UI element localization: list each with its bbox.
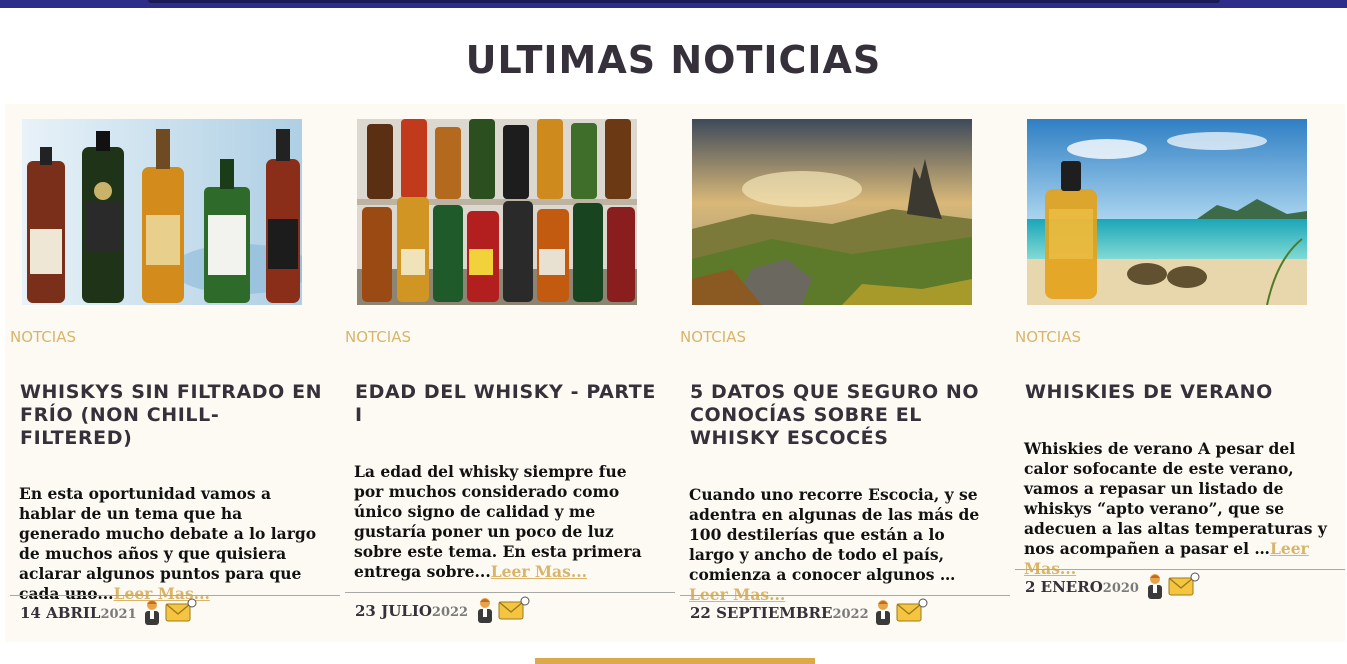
post-date-year: 2020 <box>1102 581 1139 596</box>
post-excerpt-text: Cuando uno recorre Escocia, y se adentra… <box>689 485 980 584</box>
post-date-year: 2021 <box>100 607 137 622</box>
post-title[interactable]: WHISKIES DE VERANO <box>1025 381 1335 404</box>
post-category[interactable]: NOTCIAS <box>680 328 746 346</box>
section-title: ULTIMAS NOTICIAS <box>465 38 882 82</box>
post-date-day: 14 ABRIL <box>20 604 101 622</box>
author-icon[interactable] <box>1148 574 1162 599</box>
mail-icon[interactable] <box>896 598 928 622</box>
post-image[interactable] <box>1027 119 1307 305</box>
post-image[interactable] <box>692 119 972 305</box>
post-image[interactable] <box>22 119 302 305</box>
post-share-icons <box>1145 572 1205 600</box>
post-category[interactable]: NOTCIAS <box>10 328 76 346</box>
author-icon[interactable] <box>478 598 492 623</box>
mail-icon[interactable] <box>165 598 197 622</box>
card-divider <box>1015 569 1345 570</box>
author-icon[interactable] <box>876 600 890 625</box>
more-news-button[interactable] <box>535 658 815 664</box>
post-share-icons <box>142 598 202 626</box>
news-card: NOTCIAS WHISKYS SIN FILTRADO EN FRÍO (NO… <box>10 104 345 642</box>
top-nav-bar <box>0 0 1347 8</box>
news-card: NOTCIAS WHISKIES DE VERANO Whiskies de v… <box>1015 104 1347 642</box>
news-card: NOTCIAS 5 DATOS QUE SEGURO NO CONOCÍAS S… <box>680 104 1015 642</box>
post-date: 14 ABRIL2021 <box>20 604 137 622</box>
mail-icon[interactable] <box>1168 572 1200 596</box>
post-share-icons <box>475 596 535 624</box>
post-excerpt: En esta oportunidad vamos a hablar de un… <box>19 484 324 604</box>
post-date-day: 22 SEPTIEMBRE <box>690 604 833 622</box>
post-date: 22 SEPTIEMBRE2022 <box>690 604 869 622</box>
post-date-year: 2022 <box>832 607 869 622</box>
post-date: 2 ENERO2020 <box>1025 578 1139 596</box>
post-excerpt: La edad del whisky siempre fue por mucho… <box>354 462 659 582</box>
author-icon[interactable] <box>145 600 159 625</box>
post-title[interactable]: WHISKYS SIN FILTRADO EN FRÍO (NON CHILL-… <box>20 381 330 450</box>
read-more-link[interactable]: Leer Mas... <box>491 562 587 581</box>
post-date: 23 JULIO2022 <box>355 602 468 620</box>
post-image[interactable] <box>357 119 637 305</box>
post-excerpt: Whiskies de verano A pesar del calor sof… <box>1024 439 1329 579</box>
post-date-day: 23 JULIO <box>355 602 432 620</box>
card-divider <box>680 595 1010 596</box>
news-card: NOTCIAS EDAD DEL WHISKY - PARTE I La eda… <box>345 104 680 642</box>
post-category[interactable]: NOTCIAS <box>345 328 411 346</box>
news-grid: NOTCIAS WHISKYS SIN FILTRADO EN FRÍO (NO… <box>5 104 1345 642</box>
post-title[interactable]: 5 DATOS QUE SEGURO NO CONOCÍAS SOBRE EL … <box>690 381 1000 450</box>
post-date-day: 2 ENERO <box>1025 578 1103 596</box>
top-nav-inner <box>148 0 1220 3</box>
post-category[interactable]: NOTCIAS <box>1015 328 1081 346</box>
post-date-year: 2022 <box>431 605 469 620</box>
post-title[interactable]: EDAD DEL WHISKY - PARTE I <box>355 381 665 427</box>
post-excerpt: Cuando uno recorre Escocia, y se adentra… <box>689 485 994 605</box>
post-share-icons <box>873 598 933 626</box>
card-divider <box>10 595 340 596</box>
mail-icon[interactable] <box>498 596 530 620</box>
card-divider <box>345 592 675 593</box>
